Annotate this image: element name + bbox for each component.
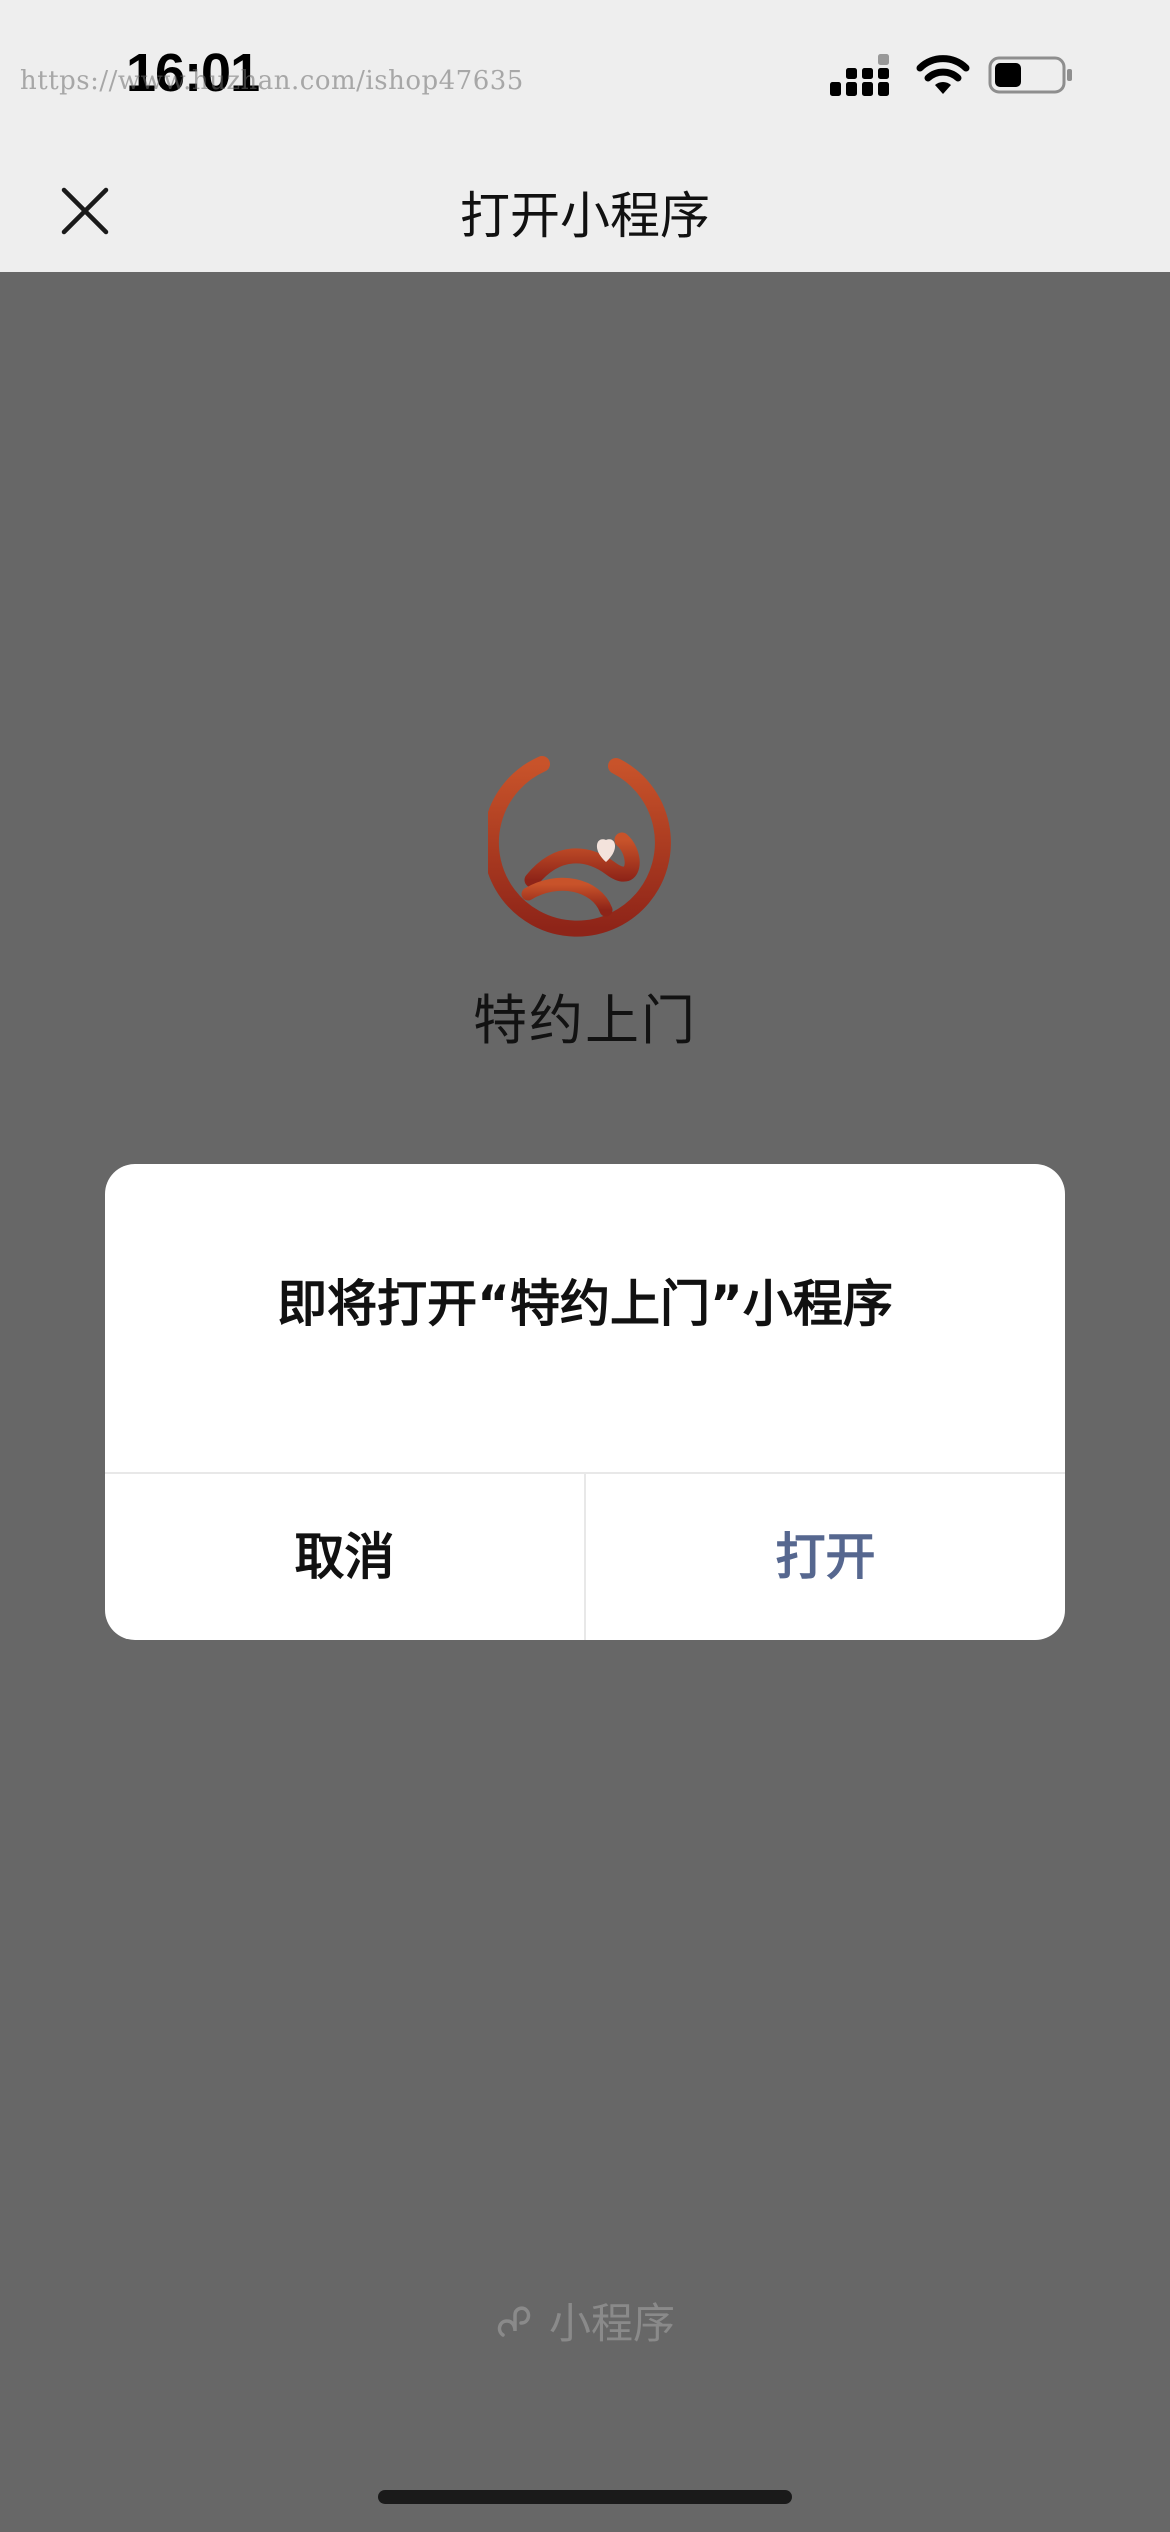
miniprogram-brand: 小程序 — [0, 2290, 1170, 2351]
navigation-bar: 打开小程序 — [0, 140, 1170, 272]
cancel-button[interactable]: 取消 — [105, 1474, 584, 1640]
open-button[interactable]: 打开 — [586, 1474, 1065, 1640]
dialog-message: 即将打开“特约上门”小程序 — [277, 1275, 893, 1333]
watermark-text: https://www.huzhan.com/ishop47635 — [20, 66, 524, 96]
open-miniprogram-dialog: 即将打开“特约上门”小程序 取消 打开 — [105, 1164, 1065, 1640]
status-icons — [830, 52, 1090, 102]
top-area: 16:01 https://www.huzhan.com/ishop47635 — [0, 0, 1170, 272]
miniprogram-icon — [497, 2306, 531, 2337]
app-logo — [488, 752, 671, 937]
home-indicator[interactable] — [378, 2490, 792, 2504]
wifi-icon — [916, 55, 970, 94]
page-title: 打开小程序 — [460, 187, 710, 245]
cellular-signal-icon — [830, 54, 889, 96]
battery-icon — [988, 56, 1072, 94]
miniprogram-label: 小程序 — [548, 2299, 675, 2348]
app-name: 特约上门 — [473, 989, 697, 1052]
